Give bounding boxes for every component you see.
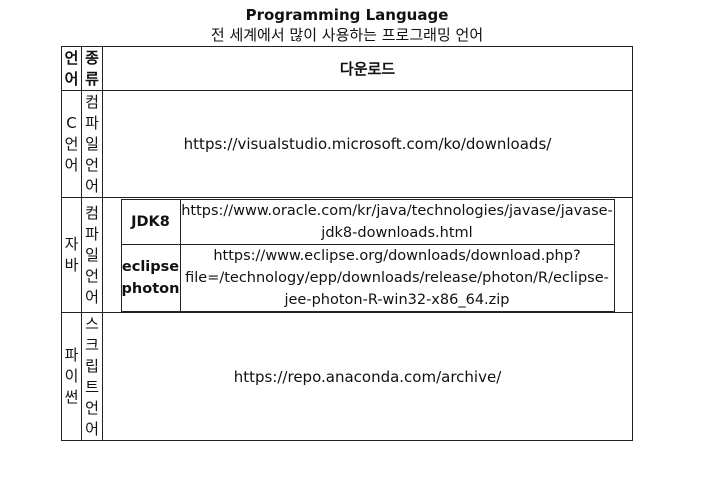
page-subtitle: 전 세계에서 많이 사용하는 프로그래밍 언어 xyxy=(210,26,484,44)
header-kind: 종류 xyxy=(85,48,99,88)
language-kind: 컴파일언어 xyxy=(85,92,99,195)
table-row: 자바 컴파일언어 JDK8 https://www.oracle.com/kr/… xyxy=(61,197,633,313)
download-link[interactable]: https://www.oracle.com/kr/java/technolog… xyxy=(179,198,615,245)
table-row: C언어 컴파일언어 https://visualstudio.microsoft… xyxy=(61,90,633,198)
language-cell: 자바 xyxy=(61,197,82,313)
table-row: 파이썬 스크립트언어 https://repo.anaconda.com/arc… xyxy=(61,312,633,441)
language-name: 자바 xyxy=(64,235,79,274)
download-label: JDK8 xyxy=(120,198,181,245)
download-cell: https://repo.anaconda.com/archive/ xyxy=(102,312,633,441)
table-header-row: 언어 종류 다운로드 xyxy=(61,46,633,91)
header-download: 다운로드 xyxy=(339,60,396,78)
download-label: eclipse photon xyxy=(120,243,181,312)
page-title: Programming Language xyxy=(245,6,449,24)
download-link[interactable]: https://repo.anaconda.com/archive/ xyxy=(234,368,502,386)
language-cell: 파이썬 xyxy=(61,312,82,441)
download-cell: JDK8 https://www.oracle.com/kr/java/tech… xyxy=(102,197,633,313)
java-downloads-table: JDK8 https://www.oracle.com/kr/java/tech… xyxy=(120,198,615,312)
java-download-row: JDK8 https://www.oracle.com/kr/java/tech… xyxy=(120,198,615,245)
download-link[interactable]: https://www.eclipse.org/downloads/downlo… xyxy=(179,243,615,312)
language-table: 언어 종류 다운로드 C언어 컴파일언어 https://visualstudi… xyxy=(61,46,633,441)
download-link[interactable]: https://visualstudio.microsoft.com/ko/do… xyxy=(184,135,552,153)
download-cell: https://visualstudio.microsoft.com/ko/do… xyxy=(102,90,633,198)
language-name: C언어 xyxy=(64,113,79,174)
header-download-cell: 다운로드 xyxy=(102,46,633,91)
language-cell: C언어 xyxy=(61,90,82,198)
header-language-cell: 언어 xyxy=(61,46,82,91)
header-kind-cell: 종류 xyxy=(81,46,103,91)
kind-cell: 컴파일언어 xyxy=(81,197,103,313)
language-kind: 스크립트언어 xyxy=(85,314,99,438)
language-name: 파이썬 xyxy=(64,346,79,406)
language-kind: 컴파일언어 xyxy=(85,203,99,306)
java-download-row: eclipse photon https://www.eclipse.org/d… xyxy=(120,243,615,312)
kind-cell: 컴파일언어 xyxy=(81,90,103,198)
kind-cell: 스크립트언어 xyxy=(81,312,103,441)
header-language: 언어 xyxy=(64,48,79,88)
